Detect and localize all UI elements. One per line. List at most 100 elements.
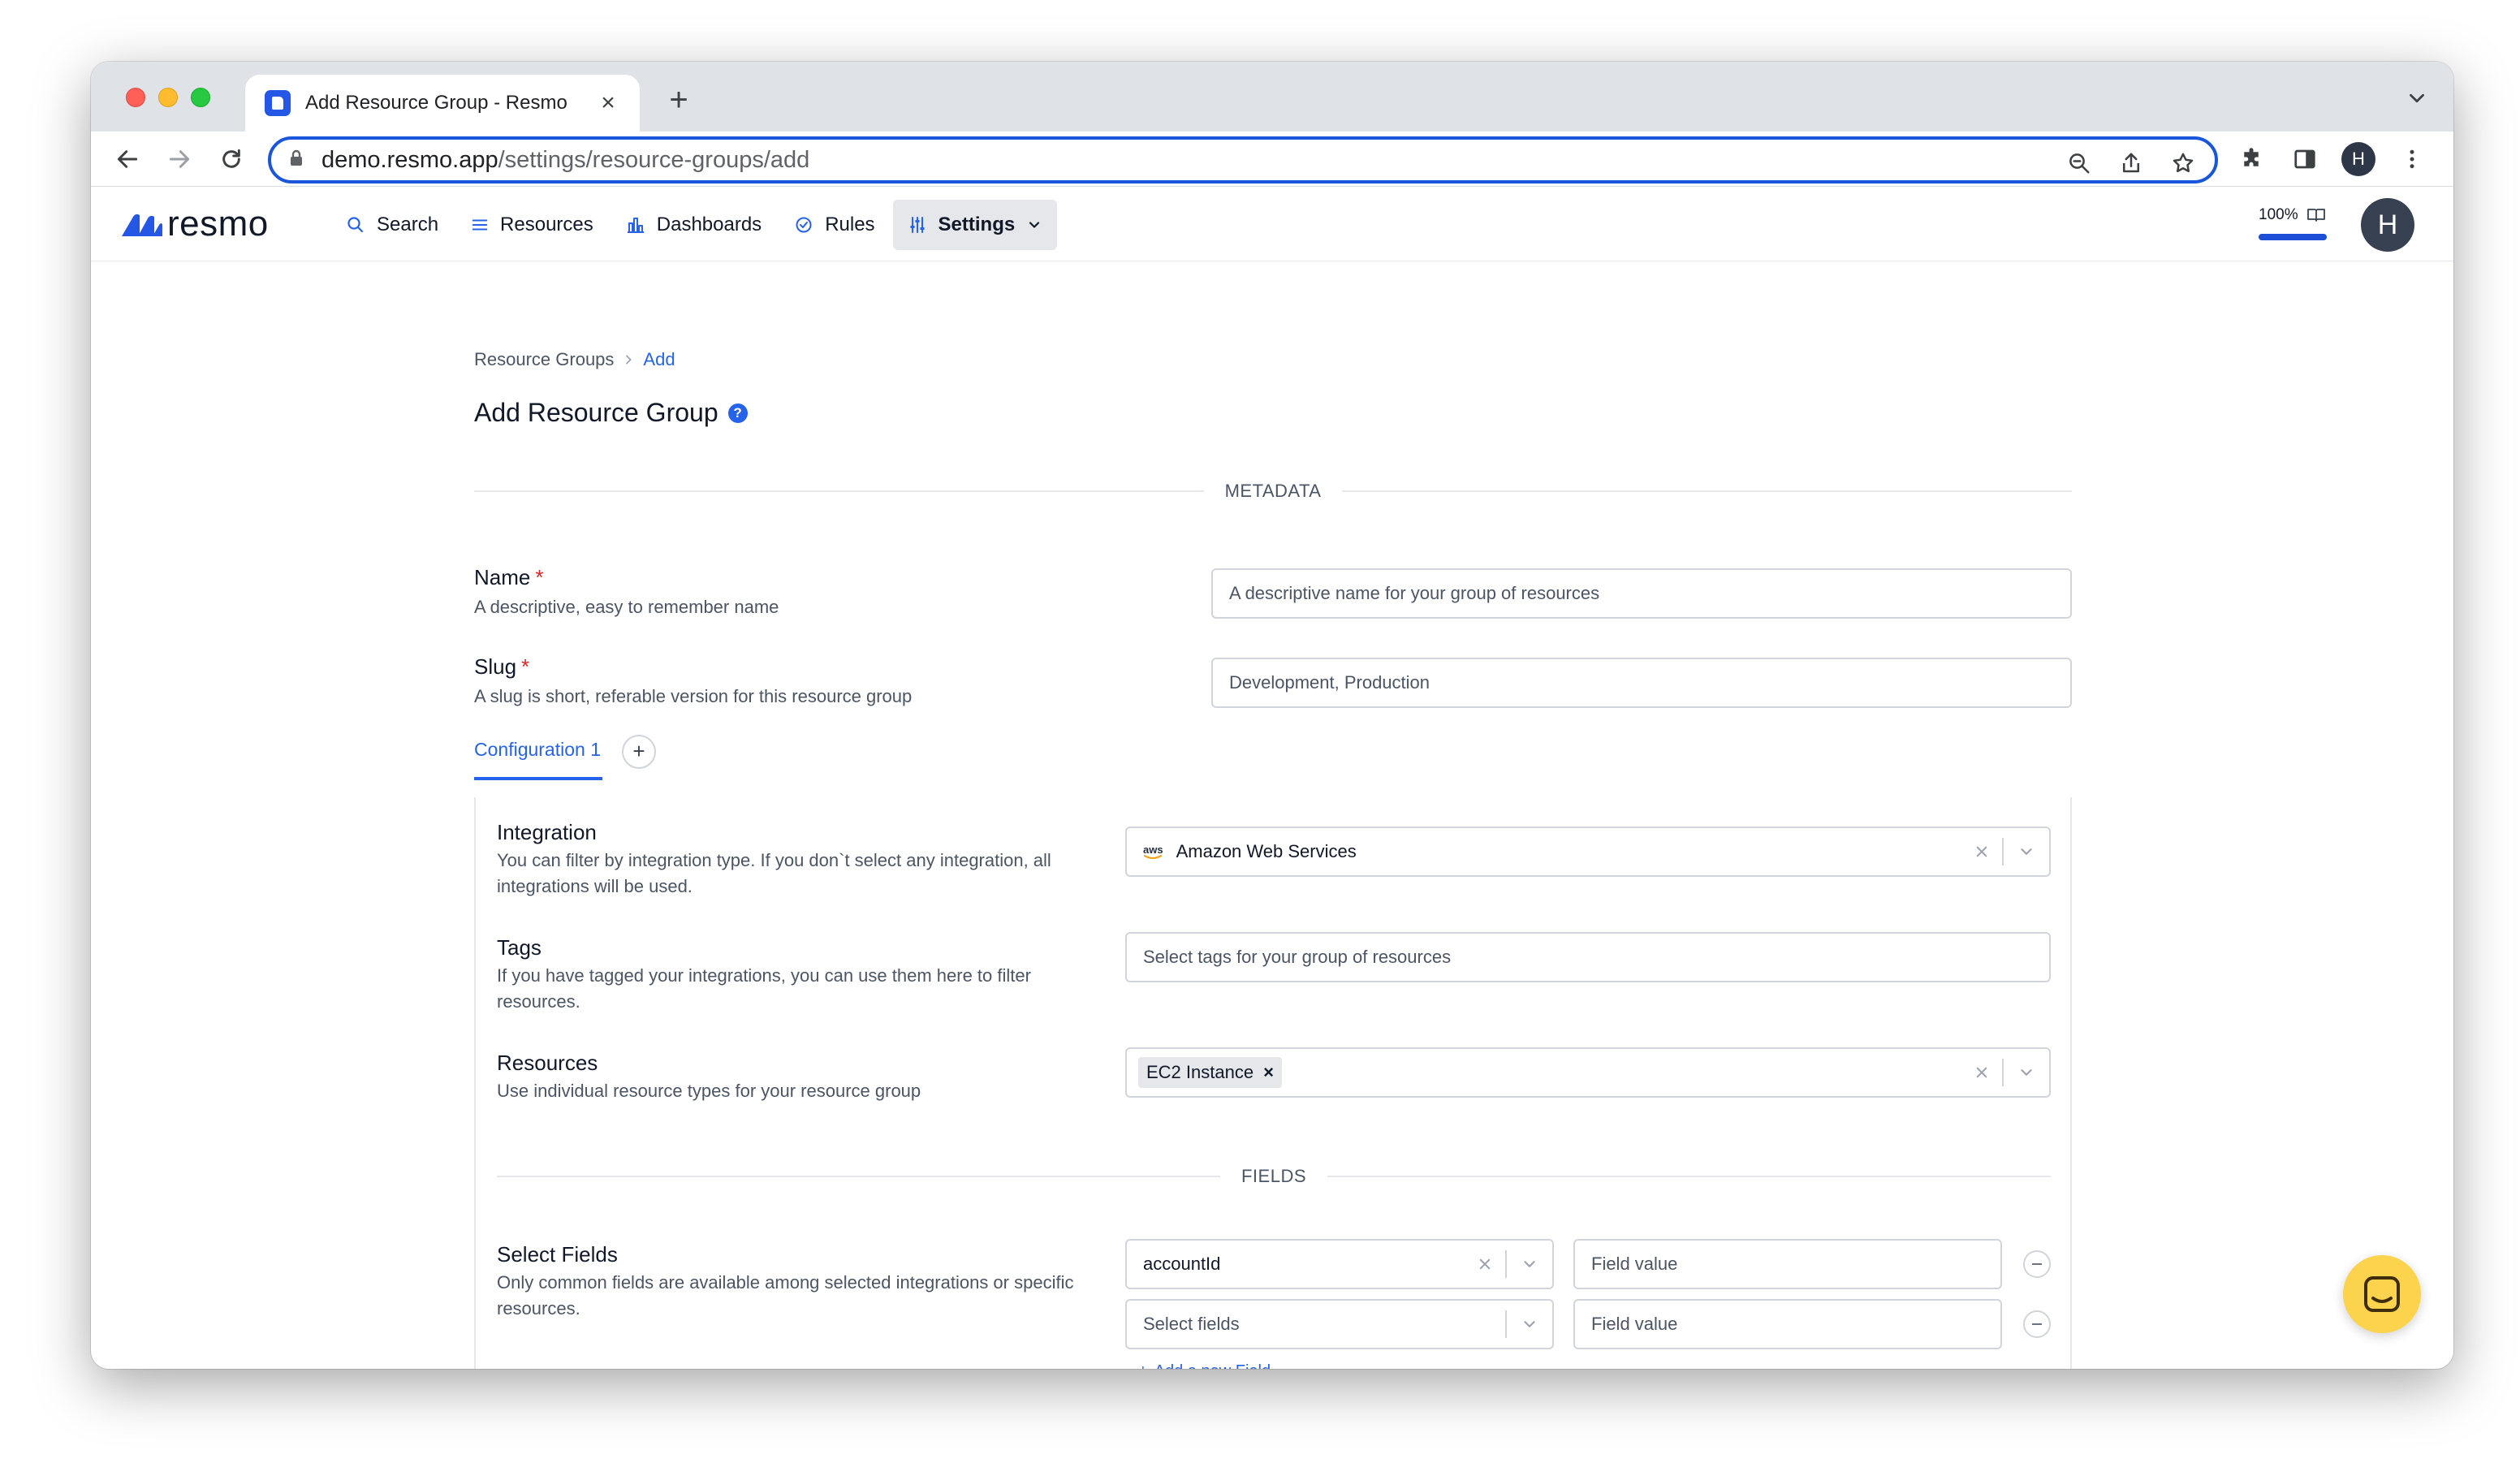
share-icon[interactable] (2114, 146, 2148, 180)
field-select-2[interactable]: Select fields (1125, 1299, 1554, 1349)
logo-text: resmo (167, 204, 269, 244)
integration-label: Integration (497, 820, 597, 844)
zoom-indicator[interactable]: 100% (2259, 206, 2332, 240)
field-select-2-placeholder: Select fields (1143, 1314, 1240, 1334)
remove-field-minus-icon[interactable] (2023, 1310, 2051, 1338)
fields-divider: FIELDS (497, 1164, 2051, 1189)
integration-help: You can filter by integration type. If y… (497, 850, 1051, 896)
required-asterisk: * (521, 654, 530, 679)
select-fields-label: Select Fields (497, 1242, 618, 1267)
chevron-down-icon[interactable] (1507, 1255, 1552, 1273)
forward-arrow-icon[interactable] (162, 142, 196, 176)
resmo-logo[interactable]: resmo (122, 206, 269, 242)
tags-placeholder: Select tags for your group of resources (1143, 947, 1452, 967)
field-value-placeholder-2: Field value (1591, 1314, 1678, 1334)
name-label: Name * (474, 565, 543, 590)
name-input[interactable]: A descriptive name for your group of res… (1211, 568, 2072, 619)
required-asterisk: * (535, 565, 544, 589)
user-avatar[interactable]: H (2361, 198, 2414, 252)
field-select-1-value: accountId (1143, 1254, 1221, 1274)
nav-item-settings[interactable]: Settings (892, 200, 1058, 250)
field-value-input-2[interactable]: Field value (1573, 1299, 2002, 1349)
check-circle-icon (796, 217, 812, 233)
metadata-section-label: METADATA (1224, 481, 1322, 501)
nav-item-resources[interactable]: Resources (456, 200, 608, 250)
browser-tab-active[interactable]: Add Resource Group - Resmo × (245, 75, 640, 132)
nav-label-dashboards: Dashboards (656, 214, 762, 235)
new-tab-button[interactable]: + (659, 81, 698, 120)
book-icon (2306, 209, 2325, 222)
clear-x-icon[interactable] (1961, 1065, 2002, 1080)
nav-item-dashboards[interactable]: Dashboards (611, 200, 776, 250)
extensions-puzzle-icon[interactable] (2234, 142, 2268, 176)
slug-label-text: Slug (474, 654, 517, 679)
slug-label: Slug * (474, 654, 529, 680)
lock-icon[interactable] (289, 149, 304, 171)
browser-window: Add Resource Group - Resmo × + demo.resm… (91, 62, 2453, 1369)
tags-label: Tags (497, 935, 542, 960)
add-new-field-link[interactable]: + Add a new Field (1138, 1362, 1271, 1369)
resmo-favicon-icon (265, 90, 291, 116)
tags-select[interactable]: Select tags for your group of resources (1125, 932, 2051, 982)
add-configuration-button[interactable]: + (622, 734, 656, 769)
nav-label-settings: Settings (938, 214, 1016, 235)
list-icon (472, 219, 488, 231)
browser-toolbar: demo.resmo.app/settings/resource-groups/… (91, 132, 2453, 187)
address-bar[interactable]: demo.resmo.app/settings/resource-groups/… (268, 136, 2218, 183)
zoom-magnifier-icon[interactable] (2062, 146, 2096, 180)
slug-input[interactable]: Development, Production (1211, 658, 2072, 708)
minimize-window-button[interactable] (158, 88, 178, 107)
chevron-down-icon[interactable] (2004, 843, 2049, 861)
breadcrumb-current[interactable]: Add (643, 349, 675, 370)
page-title-text: Add Resource Group (474, 398, 718, 427)
resource-chip-label: EC2 Instance (1146, 1062, 1254, 1082)
configuration-tabs: Configuration 1 + (474, 734, 656, 780)
remove-field-minus-icon[interactable] (2023, 1250, 2051, 1278)
name-help: A descriptive, easy to remember name (474, 597, 779, 617)
url-path: /settings/resource-groups/add (498, 146, 810, 173)
field-select-1[interactable]: accountId (1125, 1239, 1554, 1289)
add-new-field-label: Add a new Field (1154, 1362, 1271, 1369)
field-value-placeholder-1: Field value (1591, 1254, 1678, 1274)
resource-chip: EC2 Instance × (1138, 1057, 1282, 1088)
maximize-window-button[interactable] (191, 88, 210, 107)
chat-widget-button[interactable] (2343, 1255, 2421, 1333)
select-fields-help: Only common fields are available among s… (497, 1272, 1074, 1318)
chevron-right-icon (626, 355, 632, 365)
slug-help: A slug is short, referable version for t… (474, 686, 913, 706)
back-arrow-icon[interactable] (110, 142, 145, 176)
integration-value: Amazon Web Services (1176, 841, 1357, 861)
tab-configuration-1[interactable]: Configuration 1 (474, 739, 602, 780)
chevron-down-icon[interactable] (2004, 1064, 2049, 1081)
browser-menu-kebab-icon[interactable] (2395, 142, 2429, 176)
nav-item-search[interactable]: Search (331, 200, 453, 250)
breadcrumb: Resource Groups Add (474, 349, 675, 370)
zoom-label: 100% (2259, 206, 2298, 223)
clear-x-icon[interactable] (1961, 844, 2002, 859)
fields-section-label: FIELDS (1241, 1166, 1307, 1186)
resources-select[interactable]: EC2 Instance × (1125, 1047, 2051, 1098)
tags-help: If you have tagged your integrations, yo… (497, 965, 1031, 1012)
tab-close-icon[interactable]: × (596, 91, 620, 115)
configuration-panel: Integration You can filter by integratio… (474, 797, 2072, 1369)
bar-chart-icon (627, 218, 644, 233)
nav-item-rules[interactable]: Rules (779, 200, 889, 250)
chevron-down-icon[interactable] (1507, 1315, 1552, 1333)
slug-placeholder: Development, Production (1229, 672, 1430, 693)
reload-icon[interactable] (214, 142, 248, 176)
help-question-icon[interactable]: ? (727, 403, 748, 423)
field-value-input-1[interactable]: Field value (1573, 1239, 2002, 1289)
browser-profile-avatar[interactable]: H (2341, 142, 2375, 176)
chip-remove-icon[interactable]: × (1263, 1062, 1274, 1083)
chat-bubble-icon (2364, 1276, 2400, 1312)
tab-search-chevron-icon[interactable] (2405, 86, 2429, 110)
breadcrumb-root[interactable]: Resource Groups (474, 349, 614, 370)
clear-x-icon[interactable] (1465, 1257, 1505, 1271)
close-window-button[interactable] (126, 88, 145, 107)
integration-select[interactable]: aws Amazon Web Services (1125, 826, 2051, 877)
page-title: Add Resource Group ? (474, 398, 748, 428)
name-placeholder: A descriptive name for your group of res… (1229, 583, 1600, 603)
app-header: resmo Search Resources Dashboards Rules … (91, 187, 2453, 261)
side-panel-icon[interactable] (2288, 142, 2322, 176)
bookmark-star-icon[interactable] (2166, 146, 2200, 180)
